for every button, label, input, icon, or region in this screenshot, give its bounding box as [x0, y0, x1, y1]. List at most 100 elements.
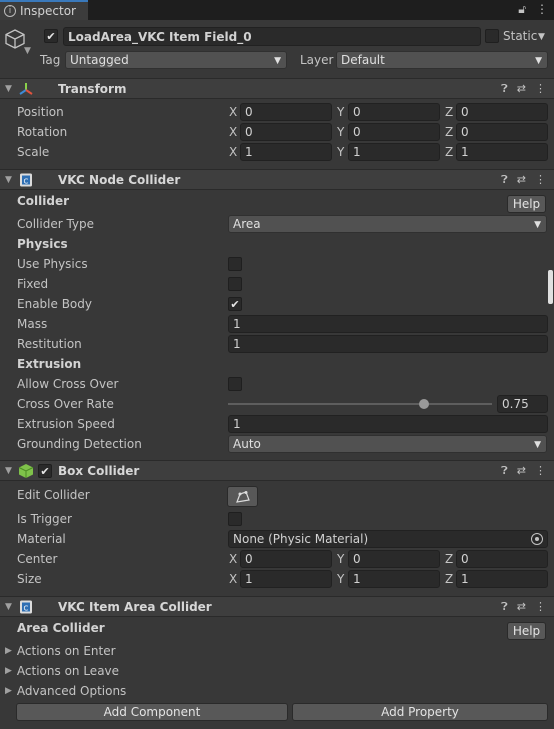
vkc-node-collider-title: VKC Node Collider: [58, 173, 181, 187]
foldout-arrow-icon: ▶: [5, 666, 12, 676]
tag-dropdown[interactable]: Untagged ▼: [65, 51, 287, 69]
foldout-arrow-icon: ▶: [5, 646, 12, 656]
add-component-button[interactable]: Add Component: [16, 703, 288, 721]
presets-icon[interactable]: ⇄: [517, 173, 526, 187]
collider-type-label: Collider Type: [17, 217, 95, 231]
more-options-icon[interactable]: ⋮: [535, 464, 546, 478]
foldout-actions-on-leave[interactable]: ▶ Actions on Leave: [5, 664, 119, 678]
help-icon[interactable]: ❓︎: [501, 464, 508, 478]
cross-over-rate-field[interactable]: 0.75: [497, 395, 548, 413]
lock-icon[interactable]: 🔓︎: [518, 2, 526, 17]
vkc-item-area-collider-header[interactable]: ▼ C VKC Item Area Collider ❓︎ ⇄ ⋮: [0, 596, 554, 617]
transform-header[interactable]: ▼ Transform ❓︎ ⇄ ⋮: [0, 78, 554, 99]
size-y-field[interactable]: 1: [348, 570, 440, 588]
more-options-icon[interactable]: ⋮: [535, 600, 546, 614]
layer-dropdown[interactable]: Default ▼: [336, 51, 548, 69]
component-header-icons: ❓︎ ⇄ ⋮: [501, 173, 546, 187]
script-icon: C: [18, 599, 34, 618]
material-field[interactable]: None (Physic Material): [228, 530, 548, 548]
enable-body-checkbox[interactable]: ✔: [228, 297, 242, 311]
mass-field[interactable]: 1: [228, 315, 548, 333]
axis-z-label: Z: [445, 145, 454, 159]
slider-thumb[interactable]: [418, 399, 429, 409]
static-dropdown-icon[interactable]: ▼: [538, 32, 545, 42]
static-label: Static: [503, 29, 538, 43]
cross-over-rate-slider[interactable]: [228, 396, 492, 412]
box-collider-header[interactable]: ▼ ✔ Box Collider ❓︎ ⇄ ⋮: [0, 460, 554, 481]
collider-section-title: Collider: [17, 194, 70, 208]
area-help-button[interactable]: Help: [507, 622, 546, 640]
box-collider-enabled-checkbox[interactable]: ✔: [38, 464, 52, 478]
help-icon[interactable]: ❓︎: [501, 600, 508, 614]
axis-x-label: X: [229, 105, 238, 119]
scale-z-field[interactable]: 1: [456, 143, 548, 161]
rotation-x-field[interactable]: 0: [240, 123, 332, 141]
more-options-icon[interactable]: ⋮: [536, 2, 548, 17]
transform-icon: [18, 81, 34, 100]
material-label: Material: [17, 532, 66, 546]
layer-label: Layer: [300, 53, 334, 67]
grounding-detection-dropdown[interactable]: Auto ▼: [228, 435, 547, 453]
foldout-advanced-options[interactable]: ▶ Advanced Options: [5, 684, 126, 698]
center-y-field[interactable]: 0: [348, 550, 440, 568]
help-icon[interactable]: ❓︎: [501, 173, 508, 187]
center-z-field[interactable]: 0: [456, 550, 548, 568]
foldout-arrow-icon: ▶: [5, 686, 12, 696]
component-header-icons: ❓︎ ⇄ ⋮: [501, 82, 546, 96]
edit-collider-button[interactable]: [227, 486, 258, 507]
chevron-down-icon: ▼: [274, 56, 281, 66]
scale-x-field[interactable]: 1: [240, 143, 332, 161]
restitution-field[interactable]: 1: [228, 335, 548, 353]
position-x-field[interactable]: 0: [240, 103, 332, 121]
vkc-node-collider-header[interactable]: ▼ C VKC Node Collider ❓︎ ⇄ ⋮: [0, 169, 554, 190]
foldout-arrow-icon[interactable]: ▼: [5, 466, 12, 476]
more-options-icon[interactable]: ⋮: [535, 82, 546, 96]
is-trigger-checkbox[interactable]: [228, 512, 242, 526]
allow-cross-over-label: Allow Cross Over: [17, 377, 119, 391]
help-button[interactable]: Help: [507, 195, 546, 213]
tab-inspector[interactable]: i Inspector: [0, 0, 88, 20]
position-z-field[interactable]: 0: [456, 103, 548, 121]
mass-label: Mass: [17, 317, 48, 331]
chevron-down-icon: ▼: [534, 220, 541, 230]
presets-icon[interactable]: ⇄: [517, 82, 526, 96]
component-header-icons: ❓︎ ⇄ ⋮: [501, 464, 546, 478]
foldout-arrow-icon[interactable]: ▼: [5, 175, 12, 185]
transform-title: Transform: [58, 82, 127, 96]
collider-type-value: Area: [233, 217, 261, 231]
help-icon[interactable]: ❓︎: [501, 82, 508, 96]
size-label: Size: [17, 572, 42, 586]
foldout-arrow-icon[interactable]: ▼: [5, 602, 12, 612]
scrollbar-thumb[interactable]: [548, 270, 553, 304]
presets-icon[interactable]: ⇄: [517, 464, 526, 478]
extrusion-section-title: Extrusion: [17, 357, 82, 371]
edit-collider-label: Edit Collider: [17, 488, 90, 502]
slider-track: [228, 403, 492, 405]
scale-y-field[interactable]: 1: [348, 143, 440, 161]
object-picker-icon[interactable]: [531, 533, 543, 545]
add-property-button[interactable]: Add Property: [292, 703, 548, 721]
fixed-label: Fixed: [17, 277, 49, 291]
foldout-actions-on-enter[interactable]: ▶ Actions on Enter: [5, 644, 116, 658]
static-checkbox[interactable]: [485, 29, 499, 43]
fixed-checkbox[interactable]: [228, 277, 242, 291]
presets-icon[interactable]: ⇄: [517, 600, 526, 614]
position-y-field[interactable]: 0: [348, 103, 440, 121]
size-z-field[interactable]: 1: [456, 570, 548, 588]
axis-y-label: Y: [337, 572, 345, 586]
use-physics-checkbox[interactable]: [228, 257, 242, 271]
rotation-y-field[interactable]: 0: [348, 123, 440, 141]
tab-label: Inspector: [20, 4, 76, 18]
center-x-field[interactable]: 0: [240, 550, 332, 568]
grounding-detection-label: Grounding Detection: [17, 437, 142, 451]
gameobject-name-field[interactable]: LoadArea_VKC Item Field_0: [63, 27, 481, 46]
gameobject-icon-dropdown-icon[interactable]: ▼: [24, 46, 31, 56]
more-options-icon[interactable]: ⋮: [535, 173, 546, 187]
extrusion-speed-field[interactable]: 1: [228, 415, 548, 433]
rotation-z-field[interactable]: 0: [456, 123, 548, 141]
foldout-arrow-icon[interactable]: ▼: [5, 84, 12, 94]
gameobject-active-checkbox[interactable]: ✔: [44, 29, 58, 43]
collider-type-dropdown[interactable]: Area ▼: [228, 215, 547, 233]
size-x-field[interactable]: 1: [240, 570, 332, 588]
allow-cross-over-checkbox[interactable]: [228, 377, 242, 391]
